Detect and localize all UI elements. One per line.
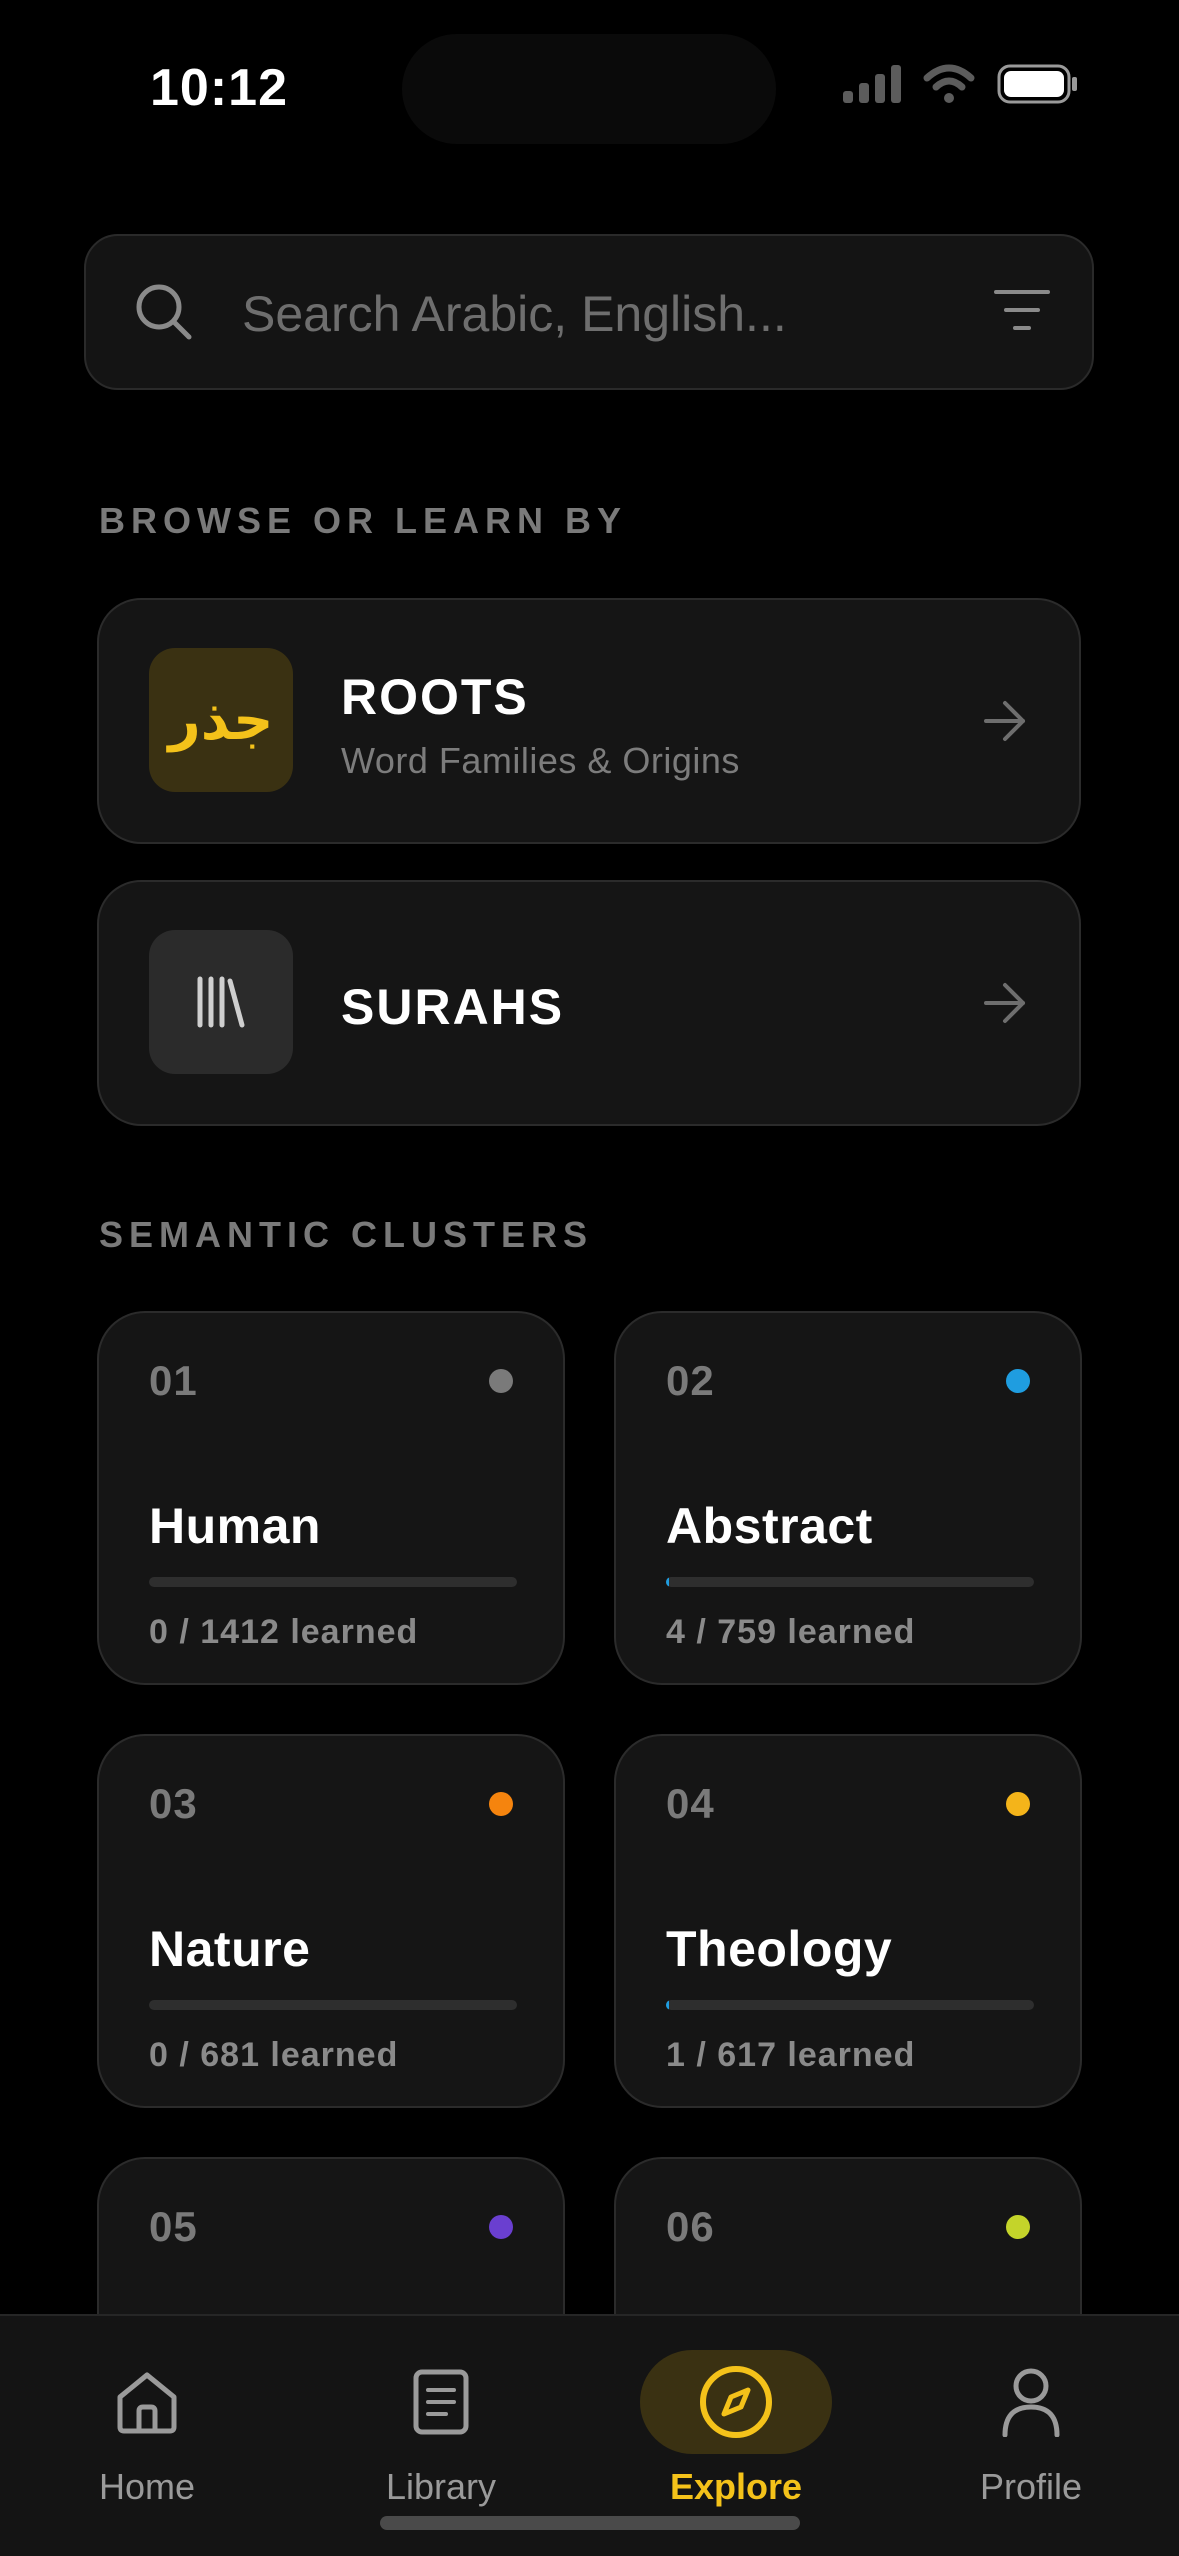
cluster-card-abstract[interactable]: 02 Abstract 4 / 759 learned bbox=[614, 1311, 1082, 1685]
surahs-tile bbox=[149, 930, 293, 1074]
cluster-number: 03 bbox=[149, 1780, 198, 1827]
cluster-color-dot bbox=[1006, 1792, 1030, 1816]
cluster-learned-count: 0 / 1412 learned bbox=[149, 1613, 419, 1651]
cellular-signal-icon bbox=[843, 65, 901, 103]
tab-label: Home bbox=[98, 2466, 196, 2507]
status-icons bbox=[843, 64, 1079, 104]
cluster-name: Nature bbox=[149, 1921, 311, 1977]
cluster-color-dot bbox=[489, 2215, 513, 2239]
tab-label: Explore bbox=[669, 2466, 803, 2507]
cluster-progress-bar bbox=[666, 2000, 1034, 2010]
cluster-number: 01 bbox=[149, 1357, 198, 1404]
cluster-progress-fill bbox=[666, 2000, 669, 2010]
roots-card[interactable]: جذر ROOTS Word Families & Origins bbox=[97, 598, 1081, 844]
cluster-learned-count: 1 / 617 learned bbox=[666, 2036, 916, 2074]
cluster-number: 02 bbox=[666, 1357, 715, 1404]
tab-label: Library bbox=[385, 2466, 497, 2507]
tab-library[interactable]: Library bbox=[331, 2336, 551, 2536]
cluster-name: Abstract bbox=[666, 1498, 873, 1554]
surahs-title: SURAHS bbox=[341, 979, 565, 1035]
battery-icon bbox=[997, 64, 1077, 104]
search-input[interactable] bbox=[242, 276, 932, 352]
cluster-learned-count: 4 / 759 learned bbox=[666, 1613, 916, 1651]
tab-label: Profile bbox=[979, 2466, 1083, 2507]
cluster-card-nature[interactable]: 03 Nature 0 / 681 learned bbox=[97, 1734, 565, 2108]
cluster-progress-bar bbox=[149, 2000, 517, 2010]
browse-section-label: BROWSE OR LEARN BY bbox=[99, 500, 628, 541]
document-icon bbox=[413, 2369, 469, 2435]
wifi-icon bbox=[923, 64, 975, 103]
arabic-root-glyph-icon: جذر bbox=[168, 687, 274, 753]
home-indicator bbox=[380, 2516, 800, 2530]
search-bar[interactable] bbox=[84, 234, 1094, 390]
cluster-progress-bar bbox=[666, 1577, 1034, 1587]
arrow-right-icon bbox=[984, 983, 1025, 1023]
cluster-number: 06 bbox=[666, 2203, 715, 2250]
surahs-card[interactable]: SURAHS bbox=[97, 880, 1081, 1126]
person-icon bbox=[1002, 2368, 1060, 2437]
cluster-card-theology[interactable]: 04 Theology 1 / 617 learned bbox=[614, 1734, 1082, 2108]
roots-subtitle: Word Families & Origins bbox=[341, 740, 740, 781]
search-icon bbox=[136, 284, 192, 340]
books-icon bbox=[197, 976, 245, 1028]
roots-title: ROOTS bbox=[341, 669, 529, 725]
roots-tile: جذر bbox=[149, 648, 293, 792]
cluster-name: Human bbox=[149, 1498, 321, 1554]
cluster-progress-fill bbox=[666, 1577, 669, 1587]
home-icon bbox=[117, 2372, 177, 2434]
dynamic-island bbox=[402, 34, 776, 144]
compass-icon bbox=[700, 2366, 772, 2438]
status-time: 10:12 bbox=[150, 59, 288, 117]
tab-home[interactable]: Home bbox=[37, 2336, 257, 2536]
clusters-section-label: SEMANTIC CLUSTERS bbox=[99, 1214, 594, 1255]
tab-explore[interactable]: Explore bbox=[626, 2336, 846, 2536]
cluster-number: 05 bbox=[149, 2203, 198, 2250]
cluster-color-dot bbox=[1006, 1369, 1030, 1393]
filter-icon[interactable] bbox=[994, 286, 1050, 336]
cluster-color-dot bbox=[489, 1792, 513, 1816]
cluster-card-human[interactable]: 01 Human 0 / 1412 learned bbox=[97, 1311, 565, 1685]
cluster-color-dot bbox=[489, 1369, 513, 1393]
cluster-number: 04 bbox=[666, 1780, 715, 1827]
cluster-progress-bar bbox=[149, 1577, 517, 1587]
tab-profile[interactable]: Profile bbox=[921, 2336, 1141, 2536]
arrow-right-icon bbox=[984, 701, 1025, 741]
cluster-name: Theology bbox=[666, 1921, 893, 1977]
cluster-color-dot bbox=[1006, 2215, 1030, 2239]
cluster-learned-count: 0 / 681 learned bbox=[149, 2036, 399, 2074]
